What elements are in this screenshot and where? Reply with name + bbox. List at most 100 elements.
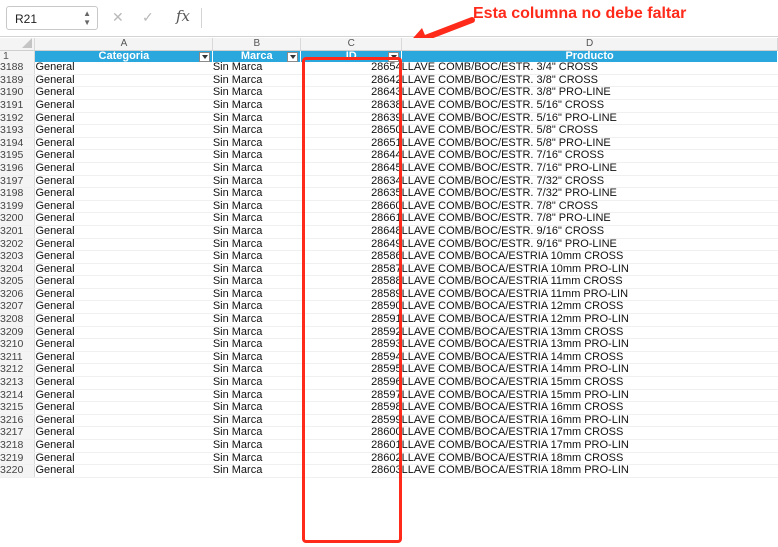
confirm-icon[interactable]: ✓ [142, 9, 154, 26]
id-cell[interactable]: 28586 [300, 250, 402, 264]
producto-cell[interactable]: LLAVE COMB/BOC/ESTR. 5/16" PRO-LINE [401, 112, 778, 126]
id-cell[interactable]: 28639 [300, 112, 402, 126]
id-cell[interactable]: 28592 [300, 326, 402, 340]
row-number[interactable]: 3190 [0, 86, 36, 100]
marca-cell[interactable]: Sin Marca [212, 175, 301, 189]
categoria-cell[interactable]: General [34, 112, 213, 126]
id-cell[interactable]: 28648 [300, 225, 402, 239]
categoria-cell[interactable]: General [34, 99, 213, 113]
id-cell[interactable]: 28601 [300, 439, 402, 453]
column-header-a[interactable]: A [34, 38, 214, 51]
row-number[interactable]: 3189 [0, 74, 36, 88]
categoria-cell[interactable]: General [34, 452, 213, 466]
id-cell[interactable]: 28596 [300, 376, 402, 390]
row-number[interactable]: 3218 [0, 439, 36, 453]
row-number[interactable]: 3217 [0, 426, 36, 440]
producto-cell[interactable]: LLAVE COMB/BOCA/ESTRIA 10mm CROSS [401, 250, 778, 264]
categoria-cell[interactable]: General [34, 300, 213, 315]
id-cell[interactable]: 28600 [300, 426, 402, 440]
id-cell[interactable]: 28650 [300, 124, 402, 138]
marca-cell[interactable]: Sin Marca [212, 275, 301, 289]
marca-cell[interactable]: Sin Marca [212, 149, 301, 163]
producto-cell[interactable]: LLAVE COMB/BOCA/ESTRIA 13mm CROSS [401, 326, 778, 340]
row-number[interactable]: 3216 [0, 414, 36, 428]
categoria-cell[interactable]: General [34, 86, 213, 100]
categoria-cell[interactable]: General [34, 149, 213, 163]
row-number[interactable]: 3215 [0, 401, 36, 415]
categoria-cell[interactable]: General [34, 414, 213, 428]
row-number[interactable]: 3210 [0, 338, 36, 352]
producto-cell[interactable]: LLAVE COMB/BOC/ESTR. 7/16" PRO-LINE [401, 162, 778, 176]
row-number[interactable]: 3196 [0, 162, 36, 176]
categoria-cell[interactable]: General [34, 338, 213, 352]
producto-cell[interactable]: LLAVE COMB/BOCA/ESTRIA 14mm CROSS [401, 351, 778, 365]
categoria-cell[interactable]: General [34, 137, 213, 151]
producto-cell[interactable]: LLAVE COMB/BOC/ESTR. 9/16" PRO-LINE [401, 238, 778, 252]
id-cell[interactable]: 28661 [300, 212, 402, 226]
categoria-cell[interactable]: General [34, 175, 213, 189]
marca-cell[interactable]: Sin Marca [212, 426, 301, 440]
marca-cell[interactable]: Sin Marca [212, 250, 301, 264]
categoria-cell[interactable]: General [34, 62, 213, 75]
filter-dropdown-icon[interactable] [199, 51, 211, 62]
categoria-cell[interactable]: General [34, 225, 213, 239]
id-cell[interactable]: 28642 [300, 74, 402, 88]
categoria-cell[interactable]: General [34, 376, 213, 390]
header-id[interactable]: ID [300, 50, 403, 63]
producto-cell[interactable]: LLAVE COMB/BOC/ESTR. 5/16" CROSS [401, 99, 778, 113]
marca-cell[interactable]: Sin Marca [212, 225, 301, 239]
marca-cell[interactable]: Sin Marca [212, 112, 301, 126]
row-number[interactable]: 3213 [0, 376, 36, 390]
producto-cell[interactable]: LLAVE COMB/BOC/ESTR. 3/8" PRO-LINE [401, 86, 778, 100]
header-marca[interactable]: Marca [212, 50, 302, 63]
marca-cell[interactable]: Sin Marca [212, 74, 301, 88]
categoria-cell[interactable]: General [34, 187, 213, 201]
id-cell[interactable]: 28660 [300, 200, 402, 214]
id-cell[interactable]: 28595 [300, 363, 402, 378]
producto-cell[interactable]: LLAVE COMB/BOCA/ESTRIA 14mm PRO-LIN [401, 363, 778, 378]
id-cell[interactable]: 28587 [300, 263, 402, 277]
header-producto[interactable]: Producto [401, 50, 778, 63]
marca-cell[interactable]: Sin Marca [212, 439, 301, 453]
id-cell[interactable]: 28602 [300, 452, 402, 466]
row-number[interactable]: 3191 [0, 99, 36, 113]
categoria-cell[interactable]: General [34, 263, 213, 277]
column-header-d[interactable]: D [401, 38, 778, 51]
marca-cell[interactable]: Sin Marca [212, 414, 301, 428]
marca-cell[interactable]: Sin Marca [212, 338, 301, 352]
cancel-icon[interactable]: ✕ [112, 9, 124, 26]
id-cell[interactable]: 28598 [300, 401, 402, 415]
row-number[interactable]: 3209 [0, 326, 36, 340]
id-cell[interactable]: 28603 [300, 464, 402, 478]
column-header-c[interactable]: C [300, 38, 403, 51]
categoria-cell[interactable]: General [34, 313, 213, 327]
marca-cell[interactable]: Sin Marca [212, 137, 301, 151]
row-number[interactable]: 3201 [0, 225, 36, 239]
producto-cell[interactable]: LLAVE COMB/BOC/ESTR. 9/16" CROSS [401, 225, 778, 239]
producto-cell[interactable]: LLAVE COMB/BOC/ESTR. 5/8" CROSS [401, 124, 778, 138]
marca-cell[interactable]: Sin Marca [212, 99, 301, 113]
id-cell[interactable]: 28590 [300, 300, 402, 315]
categoria-cell[interactable]: General [34, 326, 213, 340]
name-box[interactable]: R21 ▲ ▼ [6, 6, 98, 30]
categoria-cell[interactable]: General [34, 74, 213, 88]
id-cell[interactable]: 28634 [300, 175, 402, 189]
id-cell[interactable]: 28651 [300, 137, 402, 151]
id-cell[interactable]: 28594 [300, 351, 402, 365]
id-cell[interactable]: 28645 [300, 162, 402, 176]
marca-cell[interactable]: Sin Marca [212, 62, 301, 75]
marca-cell[interactable]: Sin Marca [212, 401, 301, 415]
marca-cell[interactable]: Sin Marca [212, 187, 301, 201]
filter-dropdown-icon[interactable] [287, 51, 299, 62]
id-cell[interactable]: 28588 [300, 275, 402, 289]
marca-cell[interactable]: Sin Marca [212, 86, 301, 100]
marca-cell[interactable]: Sin Marca [212, 200, 301, 214]
id-cell[interactable]: 28635 [300, 187, 402, 201]
marca-cell[interactable]: Sin Marca [212, 452, 301, 466]
marca-cell[interactable]: Sin Marca [212, 212, 301, 226]
marca-cell[interactable]: Sin Marca [212, 389, 301, 403]
marca-cell[interactable]: Sin Marca [212, 162, 301, 176]
producto-cell[interactable]: LLAVE COMB/BOC/ESTR. 3/4" CROSS [401, 62, 778, 75]
categoria-cell[interactable]: General [34, 124, 213, 138]
row-number[interactable]: 3206 [0, 288, 36, 302]
